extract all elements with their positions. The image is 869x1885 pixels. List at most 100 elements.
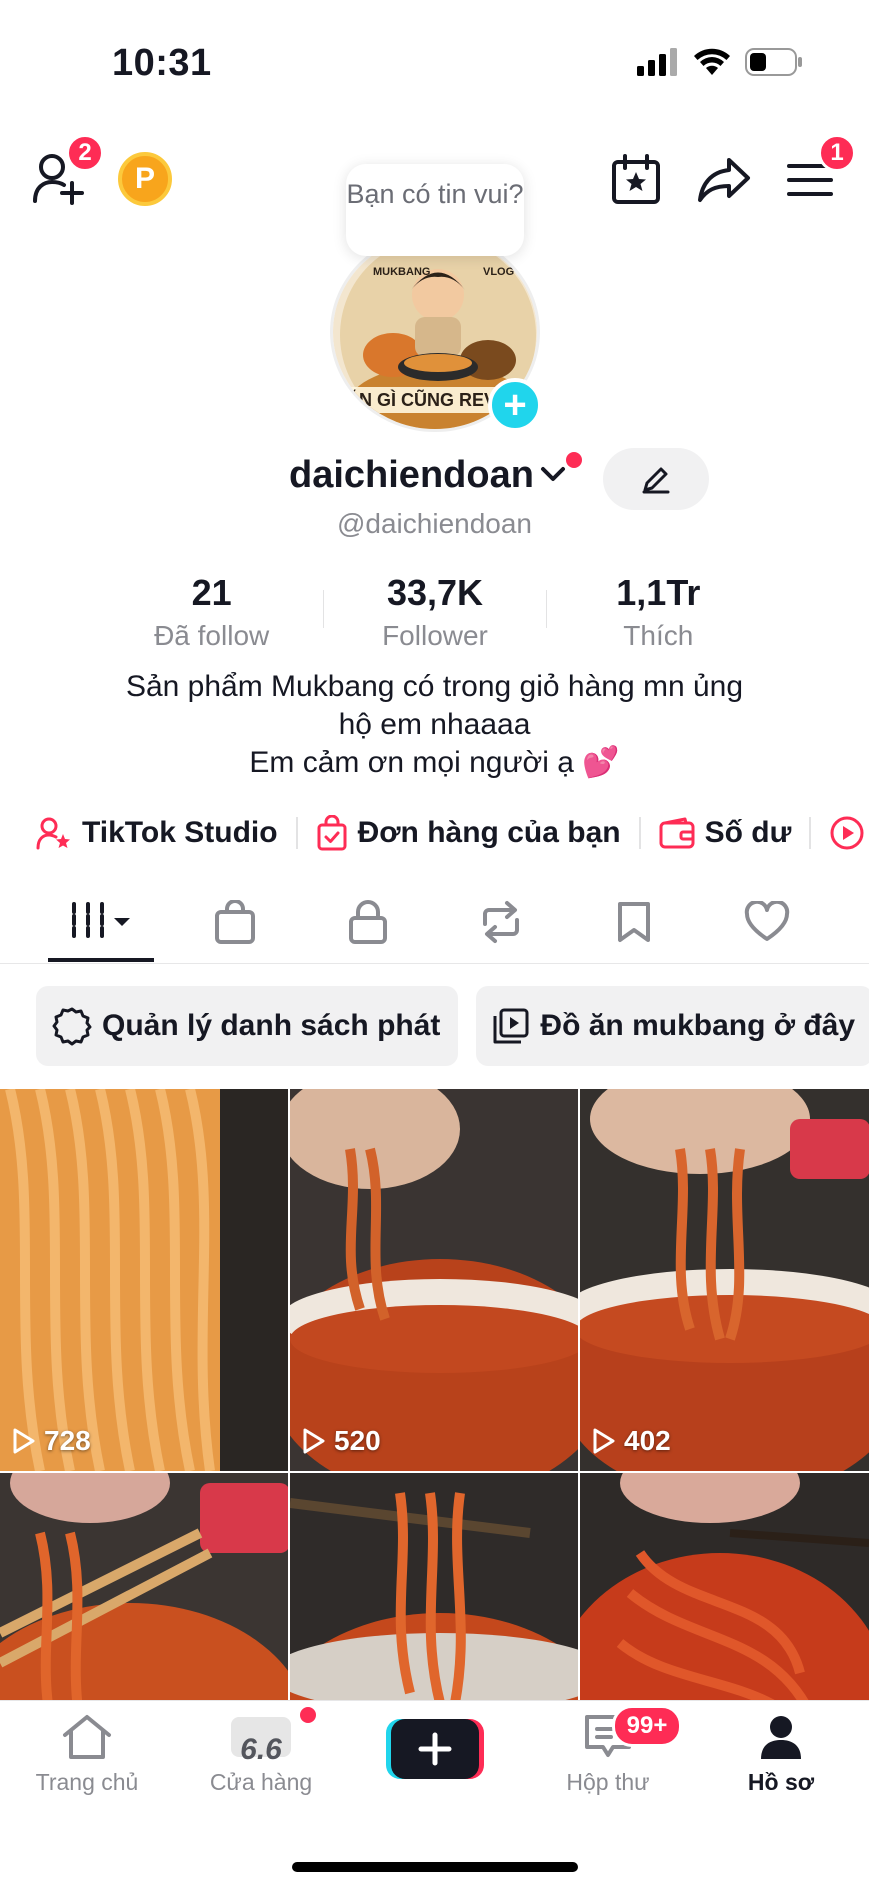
gear-icon <box>52 1007 92 1046</box>
divider <box>295 817 298 849</box>
view-count-value: 402 <box>624 1425 671 1456</box>
add-friends-badge: 2 <box>66 134 104 172</box>
svg-text:VLOG: VLOG <box>483 266 514 278</box>
divider <box>809 817 812 849</box>
stat-likes[interactable]: 1,1Tr Thích <box>547 572 770 651</box>
nav-shop-dot <box>300 1707 316 1723</box>
home-indicator <box>292 1862 578 1872</box>
nav-profile[interactable]: Hồ sơ <box>706 1713 856 1796</box>
tab-favorites[interactable] <box>579 892 689 952</box>
balance-link[interactable]: Số dư <box>659 816 792 850</box>
stat-likes-label: Thích <box>623 620 694 651</box>
coin-icon: P <box>118 152 172 206</box>
tiktok-studio-label: TikTok Studio <box>82 816 278 849</box>
stat-followers-value: 33,7K <box>386 572 484 613</box>
play-icon <box>13 1428 35 1454</box>
nav-profile-label: Hồ sơ <box>747 1769 815 1795</box>
create-button[interactable] <box>386 1719 484 1779</box>
lock-icon <box>349 900 387 944</box>
playlist-chip[interactable]: Đồ ăn mukbang ở đây <box>476 986 869 1066</box>
username-row: daichiendoan <box>0 452 869 512</box>
stat-following[interactable]: 21 Đã follow <box>100 572 323 651</box>
active-tab-indicator <box>48 958 154 962</box>
username[interactable]: daichiendoan <box>289 454 534 497</box>
nav-shop[interactable]: 6.6 Cửa hàng <box>186 1713 336 1796</box>
tab-private[interactable] <box>313 892 423 952</box>
heart-icon <box>744 901 790 941</box>
wifi-icon <box>694 48 730 75</box>
wallet-icon <box>659 817 695 849</box>
playlist-chips: Quản lý danh sách phát Đồ ăn mukbang ở đ… <box>36 986 869 1066</box>
edit-profile-button[interactable] <box>603 448 709 510</box>
nav-inbox-label: Hộp thư <box>566 1769 650 1795</box>
bio: Sản phẩm Mukbang có trong giỏ hàng mn ủn… <box>0 668 869 782</box>
view-count-value: 728 <box>44 1425 91 1456</box>
person-star-icon <box>36 817 70 850</box>
thumbnail-image <box>580 1089 869 1471</box>
video-thumbnail[interactable]: 402 <box>580 1089 869 1471</box>
inbox-badge: 99+ <box>612 1705 682 1747</box>
tab-liked[interactable] <box>712 892 822 952</box>
stat-followers[interactable]: 33,7K Follower <box>323 572 547 651</box>
thumbnail-image <box>0 1089 288 1471</box>
coins-button[interactable]: P <box>118 152 172 206</box>
tiktok-studio-link[interactable]: TikTok Studio <box>36 816 278 850</box>
quick-links: TikTok Studio Đơn hàng của bạn Số dư <box>36 808 865 858</box>
bio-line: hộ em nhaaaa <box>338 708 531 741</box>
view-count: 402 <box>592 1425 671 1457</box>
repost-icon <box>483 901 519 943</box>
orders-link[interactable]: Đơn hàng của bạn <box>316 815 621 851</box>
notification-dot <box>566 452 582 468</box>
status-time: 10:31 <box>112 42 212 84</box>
balance-label: Số dư <box>704 816 792 849</box>
stat-divider <box>323 590 325 628</box>
pencil-icon <box>642 467 670 494</box>
bookmark-icon <box>618 902 650 942</box>
play-icon <box>593 1428 615 1454</box>
stat-likes-value: 1,1Tr <box>616 572 701 613</box>
bio-line: Sản phẩm Mukbang có trong giỏ hàng mn ủn… <box>125 670 744 703</box>
profile-icon <box>761 1716 801 1759</box>
manage-playlists-chip[interactable]: Quản lý danh sách phát <box>36 986 459 1066</box>
calendar-star-icon <box>612 154 660 204</box>
play-icon <box>303 1428 325 1454</box>
grid-icon <box>72 902 130 942</box>
divider <box>638 817 641 849</box>
story-prompt-bubble[interactable]: Bạn có tin vui? <box>346 164 524 256</box>
battery-icon <box>745 48 802 76</box>
menu-badge: 1 <box>818 134 856 172</box>
cellular-signal-icon <box>637 48 677 76</box>
tab-videos[interactable] <box>46 892 156 952</box>
tab-shop[interactable] <box>180 892 290 952</box>
thumbnail-image <box>290 1089 578 1471</box>
add-story-button[interactable]: + <box>488 378 542 432</box>
nav-home[interactable]: Trang chủ <box>12 1713 162 1796</box>
stat-following-value: 21 <box>191 572 232 613</box>
view-count: 520 <box>302 1425 381 1457</box>
shopping-bag-check-icon <box>317 815 347 851</box>
home-icon <box>63 1715 111 1759</box>
status-icons <box>637 48 803 76</box>
view-count-value: 520 <box>334 1425 381 1456</box>
user-handle: @daichiendoan <box>336 508 532 539</box>
shop-promo-text: 6.6 <box>240 1733 282 1766</box>
share-profile-button[interactable] <box>694 150 754 210</box>
content-tabs <box>0 880 869 964</box>
more-link[interactable] <box>829 815 865 851</box>
play-circle-icon <box>830 816 864 850</box>
bottom-navigation: Trang chủ 6.6 Cửa hàng Hộp thư 99+ Hồ sơ <box>0 1700 869 1885</box>
view-count: 728 <box>12 1425 91 1457</box>
video-thumbnail[interactable]: 520 <box>290 1089 578 1471</box>
tab-reposts[interactable] <box>446 892 556 952</box>
svg-text:MUKBANG: MUKBANG <box>373 266 430 278</box>
video-thumbnail[interactable]: 728 <box>0 1089 288 1471</box>
manage-playlists-label: Quản lý danh sách phát <box>102 1009 441 1042</box>
nav-home-label: Trang chủ <box>35 1769 139 1795</box>
chevron-down-icon[interactable] <box>540 466 566 484</box>
share-icon <box>698 158 750 202</box>
stat-followers-label: Follower <box>382 620 488 651</box>
shopping-bag-icon <box>215 900 255 944</box>
plus-icon <box>386 1719 484 1779</box>
orders-label: Đơn hàng của bạn <box>357 816 621 849</box>
calendar-button[interactable] <box>606 150 666 210</box>
